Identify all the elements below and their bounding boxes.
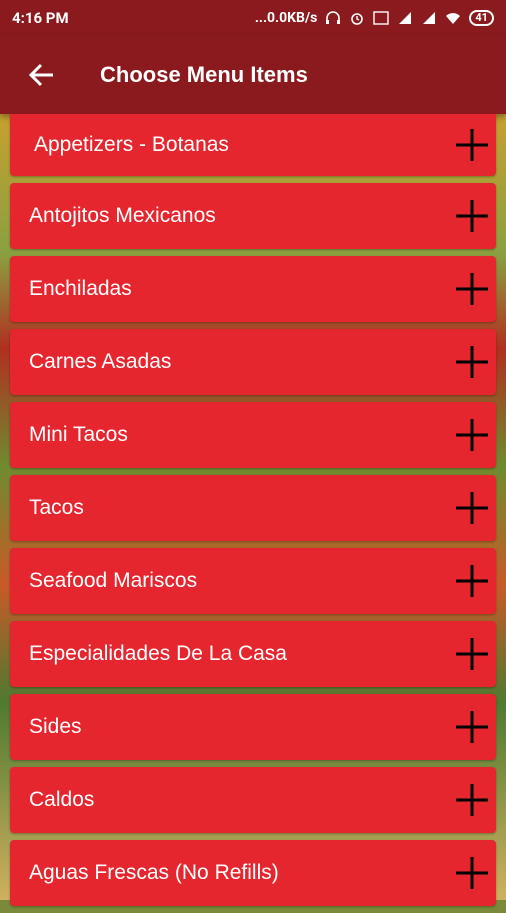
page-title: Choose Menu Items: [100, 62, 308, 87]
menu-item-enchiladas[interactable]: Enchiladas: [10, 256, 496, 322]
menu-item-label: Especialidades De La Casa: [29, 642, 287, 665]
add-button[interactable]: [452, 780, 492, 820]
plus-icon: [456, 419, 488, 451]
plus-icon: [456, 711, 488, 743]
menu-item-label: Appetizers - Botanas: [34, 133, 229, 156]
menu-item-especialidades[interactable]: Especialidades De La Casa: [10, 621, 496, 687]
back-button[interactable]: [22, 55, 62, 95]
menu-item-label: Enchiladas: [29, 277, 132, 300]
alarm-icon: [351, 13, 364, 25]
signal-icon: [423, 12, 436, 24]
menu-item-label: Aguas Frescas (No Refills): [29, 861, 279, 884]
add-button[interactable]: [452, 634, 492, 674]
menu-item-label: Seafood Mariscos: [29, 569, 198, 592]
plus-icon: [456, 273, 488, 305]
status-icons: ...0.0KB/s 41: [255, 10, 494, 26]
add-button[interactable]: [452, 269, 492, 309]
menu-item-label: Sides: [29, 715, 82, 738]
plus-icon: [456, 784, 488, 816]
add-button[interactable]: [452, 415, 492, 455]
menu-item-label: Mini Tacos: [29, 423, 128, 446]
add-button[interactable]: [452, 561, 492, 601]
arrow-left-icon: [29, 63, 53, 87]
menu-item-label: Antojitos Mexicanos: [29, 204, 216, 227]
net-speed: ...0.0KB/s: [254, 10, 318, 26]
menu-item-tacos[interactable]: Tacos: [10, 475, 496, 541]
menu-item-carnes-asadas[interactable]: Carnes Asadas: [10, 329, 496, 395]
plus-icon: [456, 857, 488, 889]
menu-item-seafood[interactable]: Seafood Mariscos: [10, 548, 496, 614]
plus-icon: [456, 565, 488, 597]
status-bar: 4:16 PM ...0.0KB/s 41: [0, 0, 506, 36]
volte-icon: [373, 11, 390, 25]
headphones-icon: [326, 11, 341, 24]
plus-icon: [456, 346, 488, 378]
battery-icon: 41: [469, 10, 494, 26]
menu-item-label: Carnes Asadas: [29, 350, 172, 373]
add-button[interactable]: [452, 196, 492, 236]
app-bar: Choose Menu Items: [0, 36, 506, 114]
menu-item-label: Tacos: [29, 496, 84, 519]
add-button[interactable]: [452, 853, 492, 893]
plus-icon: [456, 492, 488, 524]
menu-item-sides[interactable]: Sides: [10, 694, 496, 760]
plus-icon: [456, 200, 488, 232]
signal-4g-icon: [399, 12, 412, 24]
menu-item-antojitos[interactable]: Antojitos Mexicanos: [10, 183, 496, 249]
menu-item-label: Caldos: [29, 788, 95, 811]
add-button[interactable]: [452, 342, 492, 382]
add-button[interactable]: [452, 707, 492, 747]
plus-icon: [456, 129, 488, 161]
wifi-icon: [446, 13, 461, 24]
add-button[interactable]: [452, 488, 492, 528]
menu-item-mini-tacos[interactable]: Mini Tacos: [10, 402, 496, 468]
menu-list: Appetizers - Botanas Antojitos Mexicanos…: [10, 114, 496, 913]
plus-icon: [456, 638, 488, 670]
status-time: 4:16 PM: [12, 9, 69, 27]
add-button[interactable]: [452, 125, 492, 165]
menu-item-appetizers[interactable]: Appetizers - Botanas: [10, 114, 496, 176]
menu-item-aguas-frescas[interactable]: Aguas Frescas (No Refills): [10, 840, 496, 906]
menu-item-caldos[interactable]: Caldos: [10, 767, 496, 833]
